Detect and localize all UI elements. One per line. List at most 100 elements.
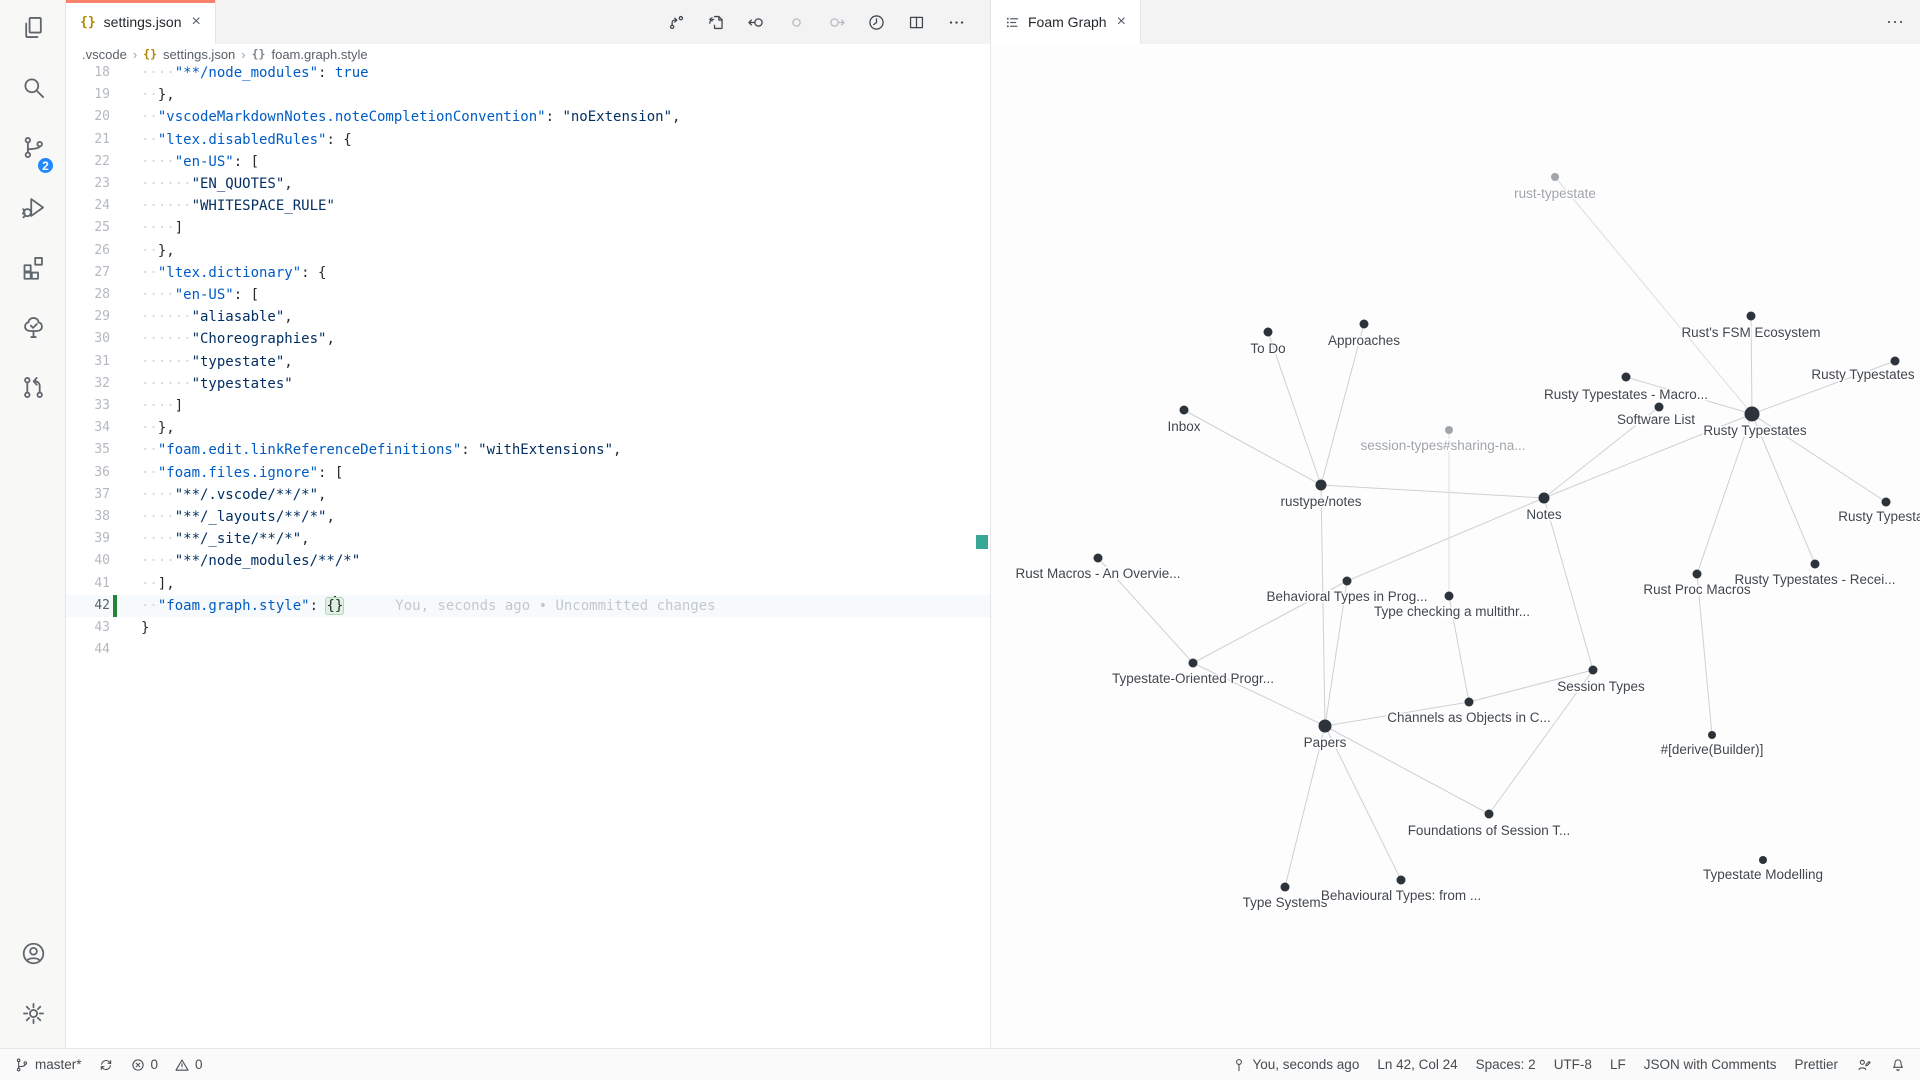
status-feedback[interactable] — [1856, 1057, 1872, 1073]
open-changes-file-icon[interactable] — [706, 12, 726, 32]
graph-node-rust-macros[interactable] — [1094, 554, 1103, 563]
code-line-22[interactable]: 22····"en-US": [ — [66, 151, 990, 173]
graph-node-todo[interactable] — [1264, 328, 1273, 337]
status-formatter[interactable]: Prettier — [1794, 1057, 1838, 1072]
graph-node-rt-topright[interactable] — [1891, 357, 1900, 366]
graph-node-papers[interactable] — [1319, 720, 1332, 733]
code-line-41[interactable]: 41··], — [66, 573, 990, 595]
status-warnings[interactable]: 0 — [174, 1057, 203, 1073]
status-indentation[interactable]: Spaces: 2 — [1476, 1057, 1536, 1072]
code-line-20[interactable]: 20··"vscodeMarkdownNotes.noteCompletionC… — [66, 106, 990, 128]
code-line-34[interactable]: 34··}, — [66, 417, 990, 439]
graph-node-rt-rightedge[interactable] — [1882, 498, 1891, 507]
graph-node-typestate-oriented[interactable] — [1189, 659, 1198, 668]
foam-graph-canvas[interactable]: rust-typestateRust's FSM EcosystemRusty … — [991, 44, 1920, 1048]
code-line-38[interactable]: 38····"**/_layouts/**/*", — [66, 506, 990, 528]
code-line-24[interactable]: 24······"WHITESPACE_RULE" — [66, 195, 990, 217]
graph-node-hub[interactable] — [1745, 407, 1760, 422]
split-editor-icon[interactable] — [906, 12, 926, 32]
close-icon[interactable]: × — [1115, 13, 1128, 31]
graph-node-notes[interactable] — [1539, 493, 1550, 504]
code-line-43[interactable]: 43} — [66, 617, 990, 639]
code-line-27[interactable]: 27··"ltex.dictionary": { — [66, 262, 990, 284]
code-editor[interactable]: 18····"**/node_modules": true19··},20··"… — [66, 64, 990, 1048]
close-icon[interactable]: × — [189, 13, 202, 31]
compare-changes-icon[interactable] — [666, 12, 686, 32]
breadcrumb-symbol[interactable]: foam.graph.style — [271, 47, 367, 62]
graph-node-rt-macro[interactable] — [1622, 373, 1631, 382]
code-line-39[interactable]: 39····"**/_site/**/*", — [66, 528, 990, 550]
graph-node-rust-typestate[interactable] — [1551, 173, 1559, 181]
more-actions-icon[interactable]: ⋯ — [1886, 0, 1905, 44]
graph-node-behavioral[interactable] — [1343, 577, 1352, 586]
activity-explorer-button[interactable] — [0, 0, 66, 60]
graph-node-behavioural[interactable] — [1397, 876, 1406, 885]
graph-node-inbox[interactable] — [1180, 406, 1189, 415]
activity-search-button[interactable] — [0, 60, 66, 120]
status-cursor-position[interactable]: Ln 42, Col 24 — [1377, 1057, 1457, 1072]
previous-change-icon[interactable] — [746, 12, 766, 32]
more-actions-icon[interactable] — [946, 12, 966, 32]
code-line-21[interactable]: 21··"ltex.disabledRules": { — [66, 129, 990, 151]
code-line-37[interactable]: 37····"**/.vscode/**/*", — [66, 484, 990, 506]
code-line-36[interactable]: 36··"foam.files.ignore": [ — [66, 462, 990, 484]
graph-node-session-types[interactable] — [1445, 426, 1453, 434]
code-line-23[interactable]: 23······"EN_QUOTES", — [66, 173, 990, 195]
status-sync[interactable] — [98, 1057, 114, 1073]
code-line-19[interactable]: 19··}, — [66, 84, 990, 106]
code-line-32[interactable]: 32······"typestates" — [66, 373, 990, 395]
tab-settings-json[interactable]: {} settings.json × — [66, 0, 216, 44]
activity-run-debug-button[interactable] — [0, 180, 66, 240]
graph-node-rusts-fsm[interactable] — [1747, 312, 1756, 321]
code-line-29[interactable]: 29······"aliasable", — [66, 306, 990, 328]
code-line-31[interactable]: 31······"typestate", — [66, 351, 990, 373]
code-line-text: ······"typestate", — [141, 351, 293, 373]
graph-node-rustype-notes[interactable] — [1316, 480, 1327, 491]
timeline-icon[interactable] — [866, 12, 886, 32]
graph-node-approaches[interactable] — [1360, 320, 1369, 329]
graph-node-software-list[interactable] — [1655, 403, 1664, 412]
graph-node-typestate-modelling[interactable] — [1759, 856, 1767, 864]
breadcrumb-file[interactable]: settings.json — [163, 47, 235, 62]
code-line-42[interactable]: 42··"foam.graph.style": {}You, seconds a… — [66, 595, 990, 617]
status-branch[interactable]: master* — [14, 1057, 82, 1073]
graph-node-rt-recei[interactable] — [1811, 560, 1820, 569]
code-line-18[interactable]: 18····"**/node_modules": true — [66, 64, 990, 84]
activity-extensions-button[interactable] — [0, 240, 66, 300]
code-line-26[interactable]: 26··}, — [66, 240, 990, 262]
graph-node-foundations[interactable] — [1485, 810, 1494, 819]
graph-node-derive-builder[interactable] — [1708, 731, 1716, 739]
circle-icon[interactable] — [786, 12, 806, 32]
graph-edge — [1184, 410, 1321, 485]
vscode-window: 2 {} settings.json × .vscode › {} settin… — [0, 0, 1920, 1080]
status-errors[interactable]: 0 — [130, 1057, 159, 1073]
code-line-28[interactable]: 28····"en-US": [ — [66, 284, 990, 306]
line-number: 42 — [66, 595, 110, 617]
tab-foam-graph[interactable]: Foam Graph × — [991, 0, 1141, 44]
activity-pull-requests-button[interactable] — [0, 360, 66, 420]
breadcrumb-folder[interactable]: .vscode — [82, 47, 127, 62]
code-line-40[interactable]: 40····"**/node_modules/**/*" — [66, 550, 990, 572]
next-change-icon[interactable] — [826, 12, 846, 32]
activity-settings-button[interactable] — [0, 986, 66, 1046]
activity-account-button[interactable] — [0, 926, 66, 986]
status-blame[interactable]: You, seconds ago — [1231, 1057, 1359, 1073]
graph-node-rust-proc[interactable] — [1693, 570, 1702, 579]
chevron-right-icon: › — [133, 47, 137, 62]
code-line-30[interactable]: 30······"Choreographies", — [66, 328, 990, 350]
status-notifications[interactable] — [1890, 1057, 1906, 1073]
graph-node-session-types-note[interactable] — [1589, 666, 1598, 675]
code-line-33[interactable]: 33····] — [66, 395, 990, 417]
code-line-44[interactable]: 44 — [66, 639, 990, 661]
activity-source-control-button[interactable]: 2 — [0, 120, 66, 180]
status-encoding[interactable]: UTF-8 — [1554, 1057, 1592, 1072]
graph-node-label: Inbox — [1167, 419, 1200, 434]
code-line-35[interactable]: 35··"foam.edit.linkReferenceDefinitions"… — [66, 439, 990, 461]
graph-node-channels[interactable] — [1465, 698, 1474, 707]
graph-node-type-checking[interactable] — [1445, 592, 1454, 601]
status-language-mode[interactable]: JSON with Comments — [1644, 1057, 1777, 1072]
status-eol[interactable]: LF — [1610, 1057, 1626, 1072]
activity-tree-check-button[interactable] — [0, 300, 66, 360]
code-line-25[interactable]: 25····] — [66, 217, 990, 239]
graph-node-type-systems[interactable] — [1281, 883, 1290, 892]
